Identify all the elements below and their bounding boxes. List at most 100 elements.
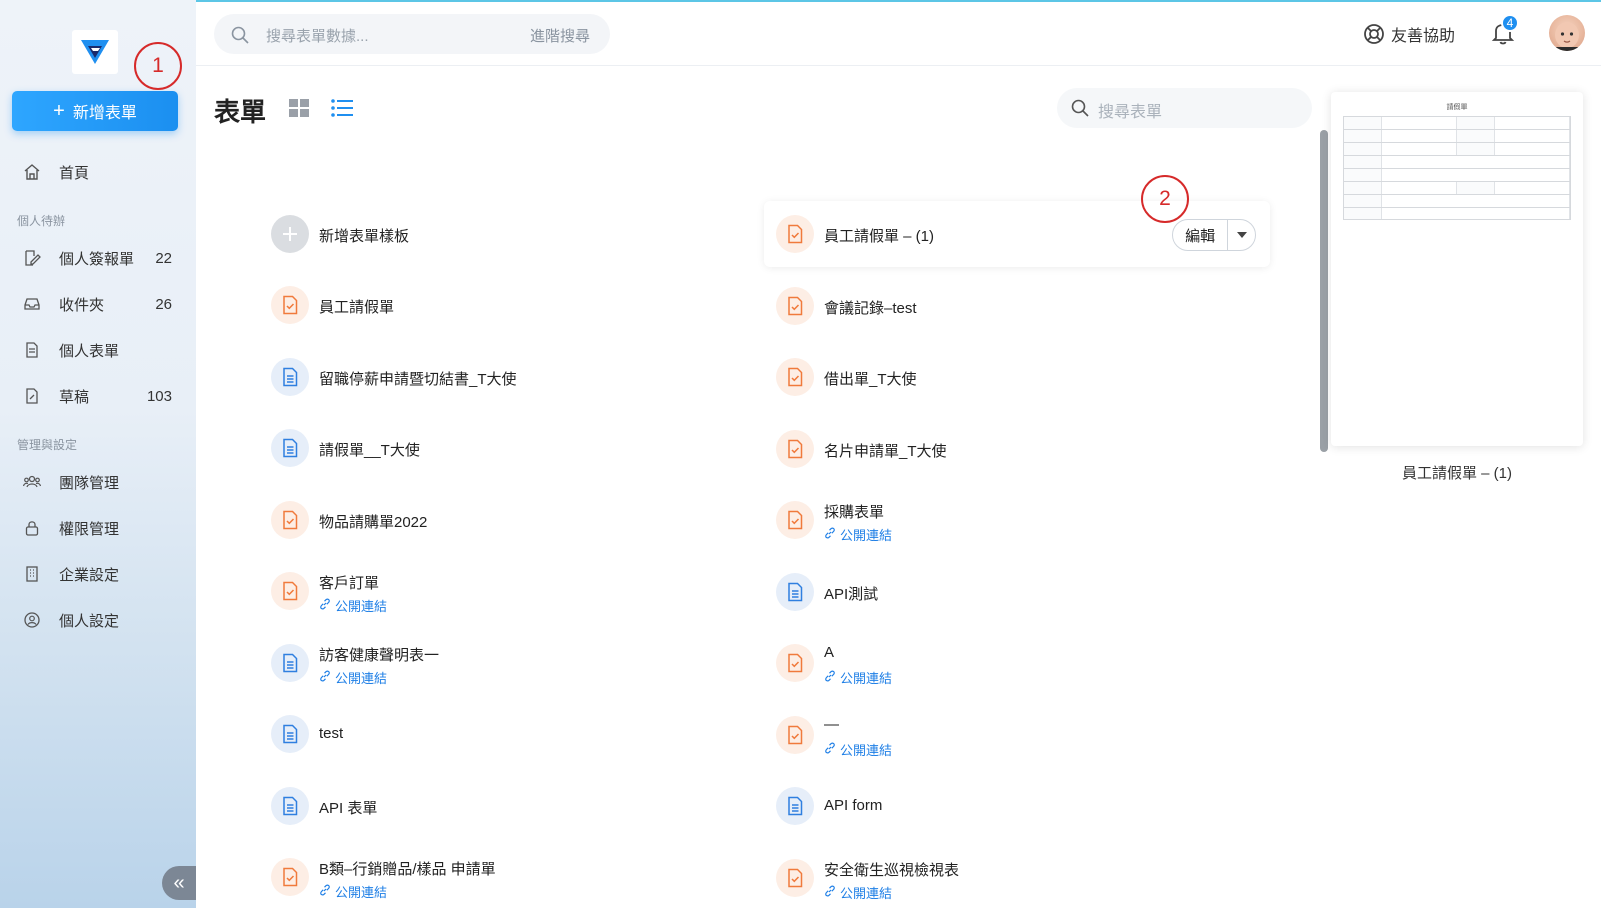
user-avatar[interactable] [1549,15,1585,51]
sidebar-item-company[interactable]: 企業設定 [0,556,196,592]
public-link-label: 公開連結 [840,528,893,543]
draft-icon [26,388,38,404]
form-name: 員工請假單 [319,299,395,316]
sidebar-item-team[interactable]: 團隊管理 [0,464,196,500]
new-template-item[interactable]: 新增表單樣板 [271,203,571,265]
new-template-label: 新增表單樣板 [319,228,410,245]
link-icon [319,598,331,613]
form-preview-card[interactable]: 請假單 [1331,92,1583,446]
link-icon [319,884,331,899]
public-link[interactable]: 公開連結 [319,882,387,901]
form-name: test [319,725,344,742]
approval-form-icon [776,358,814,396]
list-view-icon[interactable] [331,99,353,117]
form-list-item[interactable]: 員工請假單 [271,274,731,336]
form-list-item[interactable]: A 公開連結 [776,632,1236,694]
edit-button-group: 編輯 [1172,219,1256,251]
form-name: 客戶訂單 [319,575,380,592]
topbar: 搜尋表單數據... 進階搜尋 友善協助 4 [196,2,1601,66]
sidebar-item-inbox[interactable]: 收件夾 26 [0,286,196,322]
app-logo[interactable] [72,30,118,74]
sidebar-item-personal-settings[interactable]: 個人設定 [0,602,196,638]
form-list-item[interactable]: API 表單 [271,775,731,837]
double-chevron-left-icon: « [173,871,185,894]
callout-2: 2 [1141,175,1189,223]
collapse-sidebar-button[interactable]: « [162,866,196,900]
public-link[interactable]: 公開連結 [824,740,892,759]
sidebar-item-drafts[interactable]: 草稿 103 [0,378,196,414]
building-icon [26,566,38,582]
preview-doc-title: 請假單 [1446,104,1468,111]
form-list-item[interactable]: 請假單__T大使 [271,417,731,479]
form-list-item[interactable]: 物品請購單2022 [271,489,731,551]
public-link[interactable]: 公開連結 [319,668,387,687]
list-scrollbar[interactable] [1320,130,1328,452]
sidebar-item-personal-forms[interactable]: 個人表單 [0,332,196,368]
public-link-label: 公開連結 [840,671,893,686]
global-search-placeholder: 搜尋表單數據... [266,28,369,45]
document-icon [26,342,38,358]
grid-view-icon[interactable] [289,99,309,117]
public-link-label: 公開連結 [840,742,893,758]
link-icon [824,527,836,542]
form-list-item[interactable]: 留職停薪申請暨切結書_T大使 [271,346,731,408]
document-form-icon [271,429,309,467]
form-name: 借出單_T大使 [824,371,917,388]
form-list-item[interactable]: test [271,703,731,765]
form-list-item[interactable]: 安全衛生巡視檢視表 公開連結 [776,847,1236,908]
sidebar-item-signoffs[interactable]: 個人簽報單 22 [0,240,196,276]
link-icon [824,670,836,685]
public-link-label: 公開連結 [335,885,388,900]
form-search-placeholder: 搜尋表單 [1098,104,1163,121]
document-form-icon [271,786,309,825]
new-form-button[interactable]: + 新增表單 [12,91,178,131]
public-link[interactable]: 公開連結 [824,525,892,544]
form-name: API測試 [824,585,879,603]
inbox-icon [24,298,40,310]
approval-form-icon [776,286,814,325]
page-title: 表單 [214,97,267,127]
approval-form-icon [271,858,309,896]
form-list-item[interactable]: 訪客健康聲明表一 公開連結 [271,632,731,694]
sidebar-item-count: 103 [146,387,172,405]
edit-button[interactable]: 編輯 [1173,220,1229,250]
form-list-item[interactable]: 採購表單 公開連結 [776,489,1236,551]
help-label: 友善協助 [1391,28,1456,45]
sidebar-item-label: 權限管理 [59,520,120,538]
global-search-input[interactable]: 搜尋表單數據... 進階搜尋 [214,14,610,54]
form-list-item[interactable]: 名片申請單_T大使 [776,418,1236,480]
approval-form-icon [776,715,814,754]
preview-form-name: 員工請假單 – (1) [1401,465,1512,482]
form-search-input[interactable]: 搜尋表單 [1057,88,1312,128]
form-list-item[interactable]: 會議記錄–test [776,275,1236,337]
sidebar-item-label: 個人簽報單 [59,250,135,268]
form-list-item[interactable]: 借出單_T大使 [776,346,1236,408]
edit-doc-icon [25,250,41,266]
sidebar-item-label: 企業設定 [59,566,120,584]
form-list-item[interactable]: B類–行銷贈品/樣品 申請單 公開連結 [271,846,731,908]
section-admin-label: 管理與設定 [17,438,78,452]
form-list-item[interactable]: API測試 [776,561,1236,623]
link-icon [824,885,836,900]
form-name: — [824,715,839,733]
edit-dropdown-button[interactable] [1228,220,1255,250]
advanced-search-link[interactable]: 進階搜尋 [530,25,590,46]
approval-form-icon [776,858,814,897]
public-link[interactable]: 公開連結 [319,596,387,615]
new-form-label: 新增表單 [72,105,137,122]
form-list-item[interactable]: — 公開連結 [776,704,1236,766]
sidebar-item-permissions[interactable]: 權限管理 [0,510,196,546]
form-name: 留職停薪申請暨切結書_T大使 [319,370,517,388]
form-list-item[interactable]: 客戶訂單公開連結 [271,560,731,622]
lock-icon [25,521,39,536]
help-button[interactable]: 友善協助 [1363,22,1455,46]
public-link[interactable]: 公開連結 [824,668,892,687]
approval-form-icon [776,501,814,539]
form-list-item[interactable]: API form [776,775,1236,837]
form-name: 員工請假單 – (1) [824,228,935,245]
add-circle-icon [271,215,309,253]
sidebar-item-home[interactable]: 首頁 [0,154,196,190]
search-icon [1071,99,1089,117]
public-link[interactable]: 公開連結 [824,883,892,902]
public-link-label: 公開連結 [335,599,388,614]
